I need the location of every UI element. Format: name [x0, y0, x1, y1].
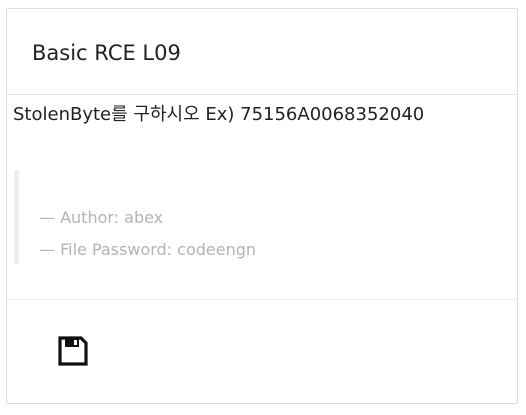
- save-button[interactable]: [56, 334, 90, 368]
- footer-divider: [7, 299, 517, 300]
- author-line: — Author: abex: [39, 208, 164, 227]
- card-title: Basic RCE L09: [32, 41, 181, 65]
- challenge-question: StolenByte를 구하시오 Ex) 75156A0068352040: [13, 104, 425, 125]
- floppy-disk-icon: [58, 336, 88, 366]
- card-header: Basic RCE L09: [7, 9, 517, 95]
- meta-blockquote: — Author: abex — File Password: codeengn: [14, 170, 454, 264]
- password-line: — File Password: codeengn: [39, 240, 257, 259]
